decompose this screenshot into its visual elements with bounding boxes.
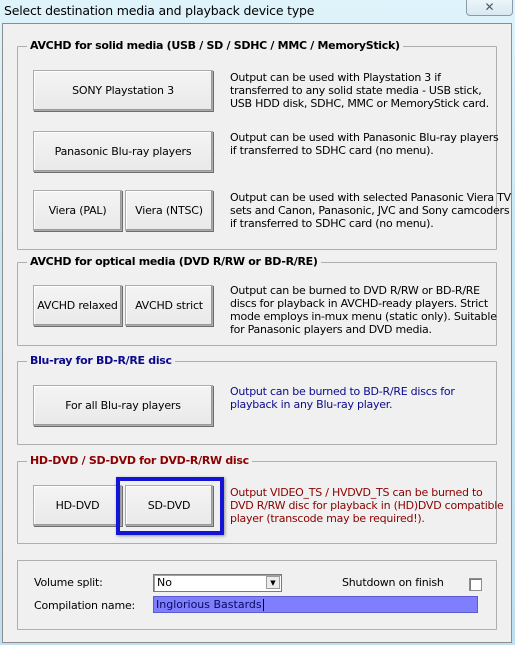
- close-button[interactable]: ✕: [466, 0, 513, 16]
- bluray-description: Output can be burned to BD-R/RE discs fo…: [230, 385, 455, 411]
- chevron-down-icon[interactable]: ▼: [266, 576, 280, 589]
- all-bluray-players-button[interactable]: For all Blu-ray players: [33, 385, 213, 426]
- text-caret: [262, 599, 264, 611]
- hd-dvd-button[interactable]: HD-DVD: [33, 485, 122, 526]
- group-options: [17, 560, 497, 630]
- shutdown-checkbox[interactable]: [469, 578, 482, 591]
- sony-playstation-3-button[interactable]: SONY Playstation 3: [33, 70, 213, 111]
- hddvd-description: Output VIDEO_TS / HVDVD_TS can be burned…: [230, 486, 504, 525]
- group-legend: Blu-ray for BD-R/RE disc: [27, 354, 175, 367]
- window-title: Select destination media and playback de…: [4, 3, 315, 18]
- compilation-name-value: Inglorious Bastards: [156, 598, 262, 611]
- panasonic-description: Output can be used with Panasonic Blu-ra…: [230, 131, 499, 157]
- compilation-name-label: Compilation name:: [34, 599, 136, 612]
- group-legend: AVCHD for solid media (USB / SD / SDHC /…: [27, 39, 403, 52]
- sd-dvd-button[interactable]: SD-DVD: [125, 485, 213, 526]
- avchd-optical-description: Output can be burned to DVD R/RW or BD-R…: [230, 284, 497, 336]
- avchd-strict-button[interactable]: AVCHD strict: [125, 285, 213, 326]
- shutdown-label: Shutdown on finish: [342, 576, 444, 589]
- group-legend: AVCHD for optical media (DVD R/RW or BD-…: [27, 255, 321, 268]
- compilation-name-input[interactable]: Inglorious Bastards: [153, 596, 478, 613]
- volume-split-label: Volume split:: [34, 576, 103, 589]
- viera-pal-button[interactable]: Viera (PAL): [33, 190, 122, 231]
- viera-ntsc-button[interactable]: Viera (NTSC): [125, 190, 213, 231]
- ps3-description: Output can be used with Playstation 3 if…: [230, 71, 489, 110]
- close-icon: ✕: [484, 0, 495, 14]
- viera-description: Output can be used with selected Panason…: [230, 191, 511, 230]
- volume-split-value: No: [157, 576, 172, 589]
- volume-split-select[interactable]: No ▼: [153, 574, 282, 592]
- group-legend: HD-DVD / SD-DVD for DVD-R/RW disc: [27, 454, 252, 467]
- avchd-relaxed-button[interactable]: AVCHD relaxed: [33, 285, 122, 326]
- panasonic-bluray-button[interactable]: Panasonic Blu-ray players: [33, 131, 213, 172]
